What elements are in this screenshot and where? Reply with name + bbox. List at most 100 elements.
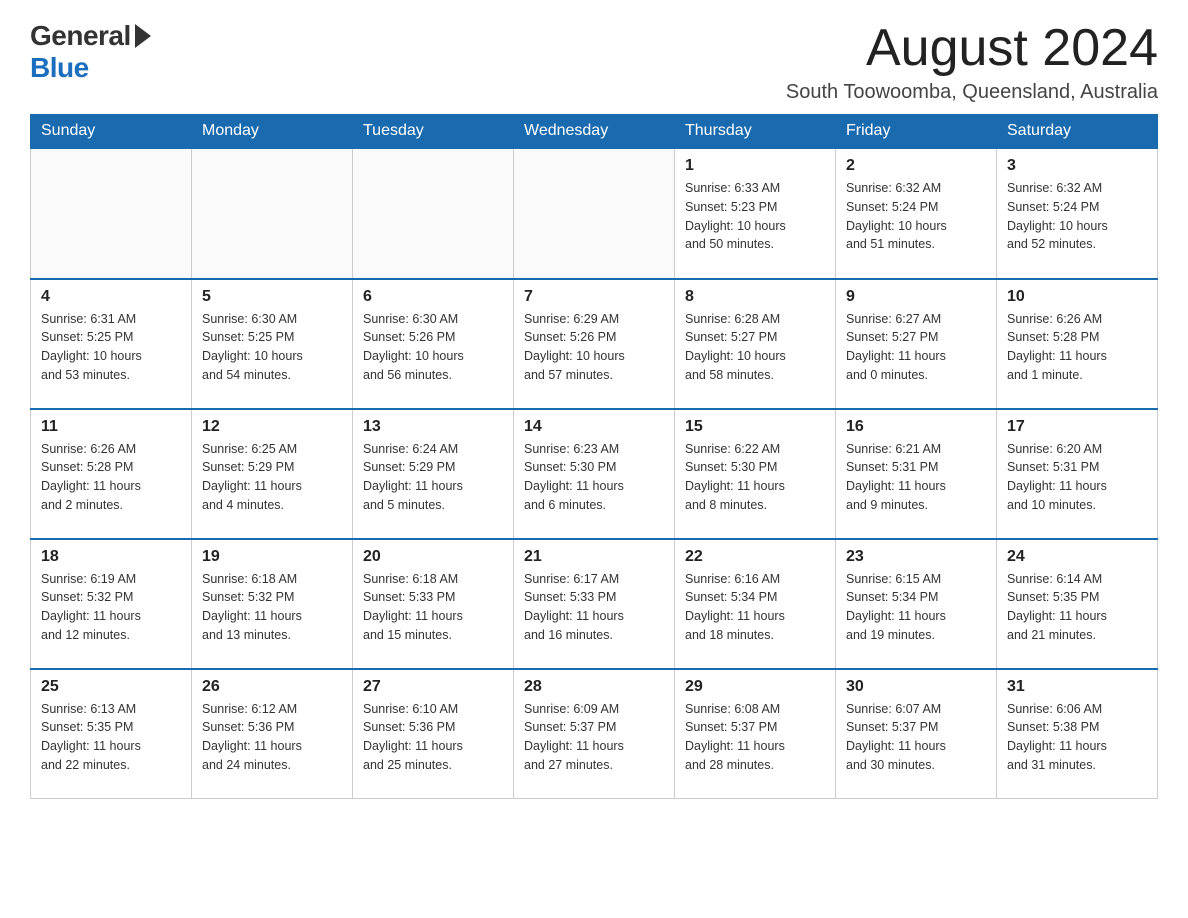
day-number: 31 bbox=[1007, 678, 1147, 696]
day-number: 12 bbox=[202, 418, 342, 436]
day-info: Sunrise: 6:17 AM Sunset: 5:33 PM Dayligh… bbox=[524, 570, 664, 645]
day-info: Sunrise: 6:32 AM Sunset: 5:24 PM Dayligh… bbox=[846, 179, 986, 254]
day-info: Sunrise: 6:30 AM Sunset: 5:26 PM Dayligh… bbox=[363, 310, 503, 385]
day-info: Sunrise: 6:27 AM Sunset: 5:27 PM Dayligh… bbox=[846, 310, 986, 385]
title-area: August 2024 South Toowoomba, Queensland,… bbox=[786, 20, 1158, 104]
calendar-header-friday: Friday bbox=[836, 114, 997, 149]
calendar-cell: 22 Sunrise: 6:16 AM Sunset: 5:34 PM Dayli… bbox=[675, 539, 836, 669]
day-number: 30 bbox=[846, 678, 986, 696]
logo: General Blue bbox=[30, 20, 151, 84]
calendar-cell: 23 Sunrise: 6:15 AM Sunset: 5:34 PM Dayli… bbox=[836, 539, 997, 669]
month-year-title: August 2024 bbox=[786, 20, 1158, 77]
day-info: Sunrise: 6:18 AM Sunset: 5:33 PM Dayligh… bbox=[363, 570, 503, 645]
calendar-cell: 31 Sunrise: 6:06 AM Sunset: 5:38 PM Dayli… bbox=[997, 669, 1158, 799]
calendar-cell: 10Sunrise: 6:26 AM Sunset: 5:28 PM Dayli… bbox=[997, 279, 1158, 409]
day-info: Sunrise: 6:22 AM Sunset: 5:30 PM Dayligh… bbox=[685, 440, 825, 515]
calendar-cell: 1 Sunrise: 6:33 AM Sunset: 5:23 PM Daylig… bbox=[675, 149, 836, 279]
day-info: Sunrise: 6:28 AM Sunset: 5:27 PM Dayligh… bbox=[685, 310, 825, 385]
day-number: 20 bbox=[363, 548, 503, 566]
day-number: 22 bbox=[685, 548, 825, 566]
day-info: Sunrise: 6:24 AM Sunset: 5:29 PM Dayligh… bbox=[363, 440, 503, 515]
day-number: 23 bbox=[846, 548, 986, 566]
calendar-cell: 7Sunrise: 6:29 AM Sunset: 5:26 PM Daylig… bbox=[514, 279, 675, 409]
day-info: Sunrise: 6:33 AM Sunset: 5:23 PM Dayligh… bbox=[685, 179, 825, 254]
calendar-cell: 14 Sunrise: 6:23 AM Sunset: 5:30 PM Dayli… bbox=[514, 409, 675, 539]
day-info: Sunrise: 6:26 AM Sunset: 5:28 PM Dayligh… bbox=[41, 440, 181, 515]
calendar-cell: 27 Sunrise: 6:10 AM Sunset: 5:36 PM Dayli… bbox=[353, 669, 514, 799]
calendar-header-tuesday: Tuesday bbox=[353, 114, 514, 149]
calendar-header-monday: Monday bbox=[192, 114, 353, 149]
day-info: Sunrise: 6:32 AM Sunset: 5:24 PM Dayligh… bbox=[1007, 179, 1147, 254]
calendar-cell: 13 Sunrise: 6:24 AM Sunset: 5:29 PM Dayli… bbox=[353, 409, 514, 539]
day-info: Sunrise: 6:23 AM Sunset: 5:30 PM Dayligh… bbox=[524, 440, 664, 515]
day-number: 14 bbox=[524, 418, 664, 436]
day-number: 8 bbox=[685, 288, 825, 306]
day-info: Sunrise: 6:14 AM Sunset: 5:35 PM Dayligh… bbox=[1007, 570, 1147, 645]
day-number: 2 bbox=[846, 157, 986, 175]
calendar-cell bbox=[353, 149, 514, 279]
calendar-cell: 9 Sunrise: 6:27 AM Sunset: 5:27 PM Daylig… bbox=[836, 279, 997, 409]
calendar-cell: 18 Sunrise: 6:19 AM Sunset: 5:32 PM Dayli… bbox=[31, 539, 192, 669]
day-info: Sunrise: 6:20 AM Sunset: 5:31 PM Dayligh… bbox=[1007, 440, 1147, 515]
calendar-cell: 25Sunrise: 6:13 AM Sunset: 5:35 PM Dayli… bbox=[31, 669, 192, 799]
calendar-week-row: 25Sunrise: 6:13 AM Sunset: 5:35 PM Dayli… bbox=[31, 669, 1158, 799]
calendar-header-thursday: Thursday bbox=[675, 114, 836, 149]
day-number: 11 bbox=[41, 418, 181, 436]
day-number: 9 bbox=[846, 288, 986, 306]
calendar-week-row: 11 Sunrise: 6:26 AM Sunset: 5:28 PM Dayli… bbox=[31, 409, 1158, 539]
day-info: Sunrise: 6:12 AM Sunset: 5:36 PM Dayligh… bbox=[202, 700, 342, 775]
calendar-cell: 24Sunrise: 6:14 AM Sunset: 5:35 PM Dayli… bbox=[997, 539, 1158, 669]
logo-blue-text: Blue bbox=[30, 52, 89, 84]
calendar-cell bbox=[192, 149, 353, 279]
day-number: 3 bbox=[1007, 157, 1147, 175]
day-info: Sunrise: 6:26 AM Sunset: 5:28 PM Dayligh… bbox=[1007, 310, 1147, 385]
day-number: 1 bbox=[685, 157, 825, 175]
day-number: 29 bbox=[685, 678, 825, 696]
calendar-cell: 2 Sunrise: 6:32 AM Sunset: 5:24 PM Daylig… bbox=[836, 149, 997, 279]
calendar-header-wednesday: Wednesday bbox=[514, 114, 675, 149]
calendar-cell: 16 Sunrise: 6:21 AM Sunset: 5:31 PM Dayli… bbox=[836, 409, 997, 539]
calendar-week-row: 4Sunrise: 6:31 AM Sunset: 5:25 PM Daylig… bbox=[31, 279, 1158, 409]
calendar-cell: 17 Sunrise: 6:20 AM Sunset: 5:31 PM Dayli… bbox=[997, 409, 1158, 539]
day-number: 27 bbox=[363, 678, 503, 696]
day-number: 13 bbox=[363, 418, 503, 436]
calendar-cell: 15 Sunrise: 6:22 AM Sunset: 5:30 PM Dayli… bbox=[675, 409, 836, 539]
day-number: 4 bbox=[41, 288, 181, 306]
calendar-week-row: 1 Sunrise: 6:33 AM Sunset: 5:23 PM Daylig… bbox=[31, 149, 1158, 279]
day-info: Sunrise: 6:19 AM Sunset: 5:32 PM Dayligh… bbox=[41, 570, 181, 645]
calendar-header-sunday: Sunday bbox=[31, 114, 192, 149]
calendar-cell: 11 Sunrise: 6:26 AM Sunset: 5:28 PM Dayli… bbox=[31, 409, 192, 539]
day-number: 7 bbox=[524, 288, 664, 306]
day-info: Sunrise: 6:16 AM Sunset: 5:34 PM Dayligh… bbox=[685, 570, 825, 645]
day-number: 25 bbox=[41, 678, 181, 696]
day-number: 28 bbox=[524, 678, 664, 696]
day-info: Sunrise: 6:10 AM Sunset: 5:36 PM Dayligh… bbox=[363, 700, 503, 775]
day-number: 5 bbox=[202, 288, 342, 306]
calendar-header-saturday: Saturday bbox=[997, 114, 1158, 149]
day-info: Sunrise: 6:06 AM Sunset: 5:38 PM Dayligh… bbox=[1007, 700, 1147, 775]
calendar-cell: 4Sunrise: 6:31 AM Sunset: 5:25 PM Daylig… bbox=[31, 279, 192, 409]
day-info: Sunrise: 6:09 AM Sunset: 5:37 PM Dayligh… bbox=[524, 700, 664, 775]
day-info: Sunrise: 6:30 AM Sunset: 5:25 PM Dayligh… bbox=[202, 310, 342, 385]
calendar-cell: 28 Sunrise: 6:09 AM Sunset: 5:37 PM Dayli… bbox=[514, 669, 675, 799]
day-number: 19 bbox=[202, 548, 342, 566]
day-number: 18 bbox=[41, 548, 181, 566]
day-number: 21 bbox=[524, 548, 664, 566]
calendar-cell: 21 Sunrise: 6:17 AM Sunset: 5:33 PM Dayli… bbox=[514, 539, 675, 669]
day-number: 15 bbox=[685, 418, 825, 436]
calendar-cell: 30Sunrise: 6:07 AM Sunset: 5:37 PM Dayli… bbox=[836, 669, 997, 799]
calendar-cell: 3 Sunrise: 6:32 AM Sunset: 5:24 PM Daylig… bbox=[997, 149, 1158, 279]
calendar-cell: 6 Sunrise: 6:30 AM Sunset: 5:26 PM Daylig… bbox=[353, 279, 514, 409]
day-info: Sunrise: 6:18 AM Sunset: 5:32 PM Dayligh… bbox=[202, 570, 342, 645]
calendar-cell bbox=[31, 149, 192, 279]
day-number: 17 bbox=[1007, 418, 1147, 436]
calendar-cell: 12 Sunrise: 6:25 AM Sunset: 5:29 PM Dayli… bbox=[192, 409, 353, 539]
location-subtitle: South Toowoomba, Queensland, Australia bbox=[786, 81, 1158, 104]
calendar-week-row: 18 Sunrise: 6:19 AM Sunset: 5:32 PM Dayli… bbox=[31, 539, 1158, 669]
day-number: 16 bbox=[846, 418, 986, 436]
day-info: Sunrise: 6:21 AM Sunset: 5:31 PM Dayligh… bbox=[846, 440, 986, 515]
day-info: Sunrise: 6:25 AM Sunset: 5:29 PM Dayligh… bbox=[202, 440, 342, 515]
calendar-header-row: SundayMondayTuesdayWednesdayThursdayFrid… bbox=[31, 114, 1158, 149]
day-info: Sunrise: 6:15 AM Sunset: 5:34 PM Dayligh… bbox=[846, 570, 986, 645]
day-number: 6 bbox=[363, 288, 503, 306]
